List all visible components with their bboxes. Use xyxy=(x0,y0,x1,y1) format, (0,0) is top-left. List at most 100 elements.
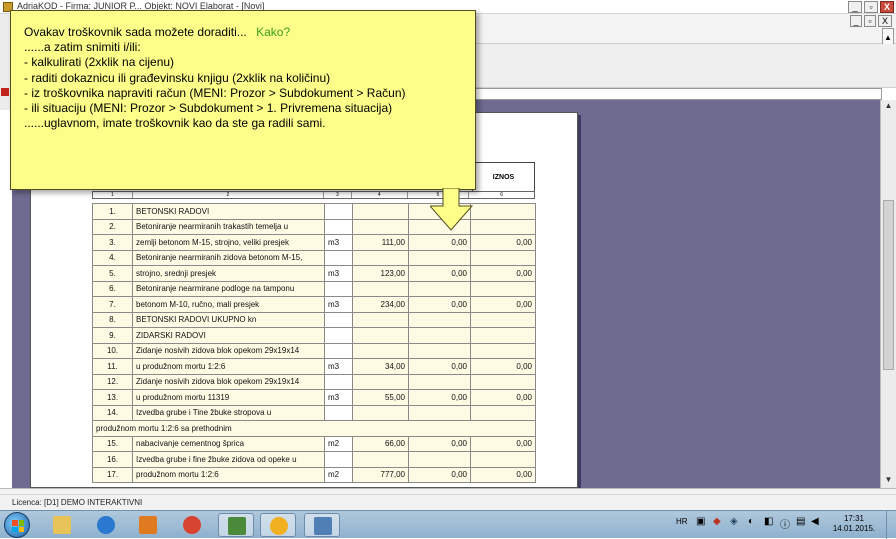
table-row[interactable]: 3. zemlji betonom M-15, strojno, veliki p… xyxy=(92,234,536,251)
item-description[interactable]: u produžnom mortu 1:2:6 xyxy=(132,358,325,375)
item-quantity[interactable]: 234,00 xyxy=(352,296,409,313)
item-unit-price[interactable] xyxy=(408,451,471,468)
table-row[interactable]: 8. BETONSKI RADOVI UKUPNO kn xyxy=(92,311,536,328)
item-quantity[interactable] xyxy=(352,451,409,468)
item-quantity[interactable] xyxy=(352,280,409,297)
table-row[interactable]: 14. Izvedba grube i Tine žbuke stropova u xyxy=(92,404,536,421)
close-button[interactable]: X xyxy=(880,1,894,13)
tray-network-icon[interactable]: ▤ xyxy=(796,516,805,527)
item-quantity[interactable] xyxy=(352,404,409,421)
tray-app-icon[interactable]: ▣ xyxy=(696,516,705,527)
table-row[interactable]: 7. betonom M-10, ručno, mali presjek m3 234… xyxy=(92,296,536,313)
table-row[interactable]: 4. Betoniranje nearmiranih zidova betonom… xyxy=(92,249,536,266)
tray-info-icon[interactable]: ⓘ xyxy=(780,516,790,531)
tray-volume-icon[interactable]: ◀ xyxy=(811,516,819,527)
child-restore-button[interactable]: ▫ xyxy=(864,15,876,27)
item-quantity[interactable]: 34,00 xyxy=(352,358,409,375)
item-unit-price[interactable]: 0,00 xyxy=(408,389,471,406)
scroll-up-arrow-icon[interactable]: ▲ xyxy=(882,100,895,112)
item-unit-price[interactable] xyxy=(408,311,471,328)
item-description[interactable]: Zidanje nosivih zidova blok opekom 29x19… xyxy=(132,342,325,359)
table-row[interactable]: 17. produžnom mortu 1:2:6 m2 777,00 0,00 0,00 xyxy=(92,466,536,483)
minimize-button[interactable]: _ xyxy=(848,1,862,13)
help-tooltip[interactable]: Ovakav troškovnik sada možete doraditi..… xyxy=(10,10,476,190)
item-description[interactable]: BETONSKI RADOVI xyxy=(132,203,325,220)
item-quantity[interactable] xyxy=(352,311,409,328)
item-quantity[interactable] xyxy=(352,203,409,220)
tray-flag-icon[interactable]: ◆ xyxy=(713,516,721,527)
table-row[interactable]: produžnom mortu 1:2:6 sa prethodnim xyxy=(92,420,536,437)
item-description[interactable]: Izvedba grube i fine žbuke zidova od ope… xyxy=(132,451,325,468)
item-quantity[interactable]: 111,00 xyxy=(352,234,409,251)
item-unit-price[interactable]: 0,00 xyxy=(408,435,471,452)
taskbar-button[interactable] xyxy=(218,513,254,537)
item-quantity[interactable] xyxy=(352,373,409,390)
table-row[interactable]: 9. ZIDARSKI RADOVI xyxy=(92,327,536,344)
child-close-button[interactable]: X xyxy=(878,15,892,27)
start-button[interactable] xyxy=(4,512,30,538)
table-row[interactable]: 12. Zidanje nosivih zidova blok opekom 29… xyxy=(92,373,536,390)
column-number: 2 xyxy=(133,192,324,198)
taskbar-button[interactable] xyxy=(304,513,340,537)
item-description[interactable]: Zidanje nosivih zidova blok opekom 29x19… xyxy=(132,373,325,390)
item-unit: m3 xyxy=(324,265,353,282)
taskbar-button[interactable] xyxy=(88,513,124,537)
tooltip-line: - kalkulirati (2xklik na cijenu) xyxy=(24,55,175,70)
item-quantity[interactable] xyxy=(352,218,409,235)
item-description[interactable]: Betoniranje nearmiranih trakastih temelj… xyxy=(132,218,325,235)
table-row[interactable]: 11. u produžnom mortu 1:2:6 m3 34,00 0,00 0,0… xyxy=(92,358,536,375)
tooltip-how-link[interactable]: Kako? xyxy=(256,25,290,39)
item-unit-price[interactable]: 0,00 xyxy=(408,265,471,282)
child-minimize-button[interactable]: _ xyxy=(850,15,862,27)
item-description[interactable]: strojno, srednji presjek xyxy=(132,265,325,282)
item-description[interactable]: u produžnom mortu 11319 xyxy=(132,389,325,406)
item-quantity[interactable]: 123,00 xyxy=(352,265,409,282)
item-unit: m2 xyxy=(324,435,353,452)
item-unit-price[interactable] xyxy=(408,280,471,297)
item-description[interactable]: produžnom mortu 1:2:6 xyxy=(132,466,325,483)
clock[interactable]: 17:31 14.01.2015. xyxy=(826,514,882,534)
item-description[interactable]: Betoniranje nearmiranih zidova betonom M… xyxy=(132,249,325,266)
item-quantity[interactable]: 66,00 xyxy=(352,435,409,452)
taskbar-button[interactable] xyxy=(174,513,210,537)
item-unit-price[interactable] xyxy=(408,327,471,344)
scrollbar-thumb[interactable] xyxy=(883,200,894,370)
restore-button[interactable]: ▫ xyxy=(864,1,878,13)
show-desktop-button[interactable] xyxy=(886,511,896,539)
item-unit-price[interactable]: 0,00 xyxy=(408,296,471,313)
item-unit-price[interactable]: 0,00 xyxy=(408,466,471,483)
tray-device-icon[interactable]: ◐ xyxy=(748,516,754,527)
item-quantity[interactable]: 55,00 xyxy=(352,389,409,406)
item-unit-price[interactable] xyxy=(408,249,471,266)
item-unit-price[interactable] xyxy=(408,342,471,359)
item-description[interactable]: ZIDARSKI RADOVI xyxy=(132,327,325,344)
language-indicator[interactable]: HR xyxy=(676,517,688,526)
table-row[interactable]: 6. Betoniranje nearmirane podloge na tamp… xyxy=(92,280,536,297)
taskbar-button[interactable] xyxy=(130,513,166,537)
tray-usb-icon[interactable]: ◧ xyxy=(764,516,773,527)
item-quantity[interactable] xyxy=(352,249,409,266)
item-quantity[interactable] xyxy=(352,327,409,344)
item-description[interactable]: betonom M-10, ručno, mali presjek xyxy=(132,296,325,313)
item-quantity[interactable] xyxy=(352,342,409,359)
table-row[interactable]: 5. strojno, srednji presjek m3 123,00 0,00 0,… xyxy=(92,265,536,282)
tray-shield-icon[interactable]: ◈ xyxy=(730,516,738,527)
taskbar-button[interactable] xyxy=(260,513,296,537)
taskbar-button[interactable] xyxy=(44,513,80,537)
vertical-scrollbar[interactable]: ▲ ▼ xyxy=(880,100,896,488)
table-row[interactable]: 13. u produžnom mortu 11319 m3 55,00 0,00 0,0… xyxy=(92,389,536,406)
table-row[interactable]: 16. Izvedba grube i fine žbuke zidova od … xyxy=(92,451,536,468)
item-description[interactable]: BETONSKI RADOVI UKUPNO kn xyxy=(132,311,325,328)
item-unit-price[interactable] xyxy=(408,404,471,421)
item-description[interactable]: zemlji betonom M-15, strojno, veliki pre… xyxy=(132,234,325,251)
item-description[interactable]: Izvedba grube i Tine žbuke stropova u xyxy=(132,404,325,421)
item-description[interactable]: Betoniranje nearmirane podloge na tampon… xyxy=(132,280,325,297)
item-unit-price[interactable]: 0,00 xyxy=(408,234,471,251)
scroll-down-arrow-icon[interactable]: ▼ xyxy=(882,474,895,486)
table-row[interactable]: 10. Zidanje nosivih zidova blok opekom 29… xyxy=(92,342,536,359)
table-row[interactable]: 15. nabacivanje cementnog šprica m2 66,00 0,… xyxy=(92,435,536,452)
item-quantity[interactable]: 777,00 xyxy=(352,466,409,483)
item-unit-price[interactable] xyxy=(408,373,471,390)
item-description[interactable]: nabacivanje cementnog šprica xyxy=(132,435,325,452)
item-unit-price[interactable]: 0,00 xyxy=(408,358,471,375)
